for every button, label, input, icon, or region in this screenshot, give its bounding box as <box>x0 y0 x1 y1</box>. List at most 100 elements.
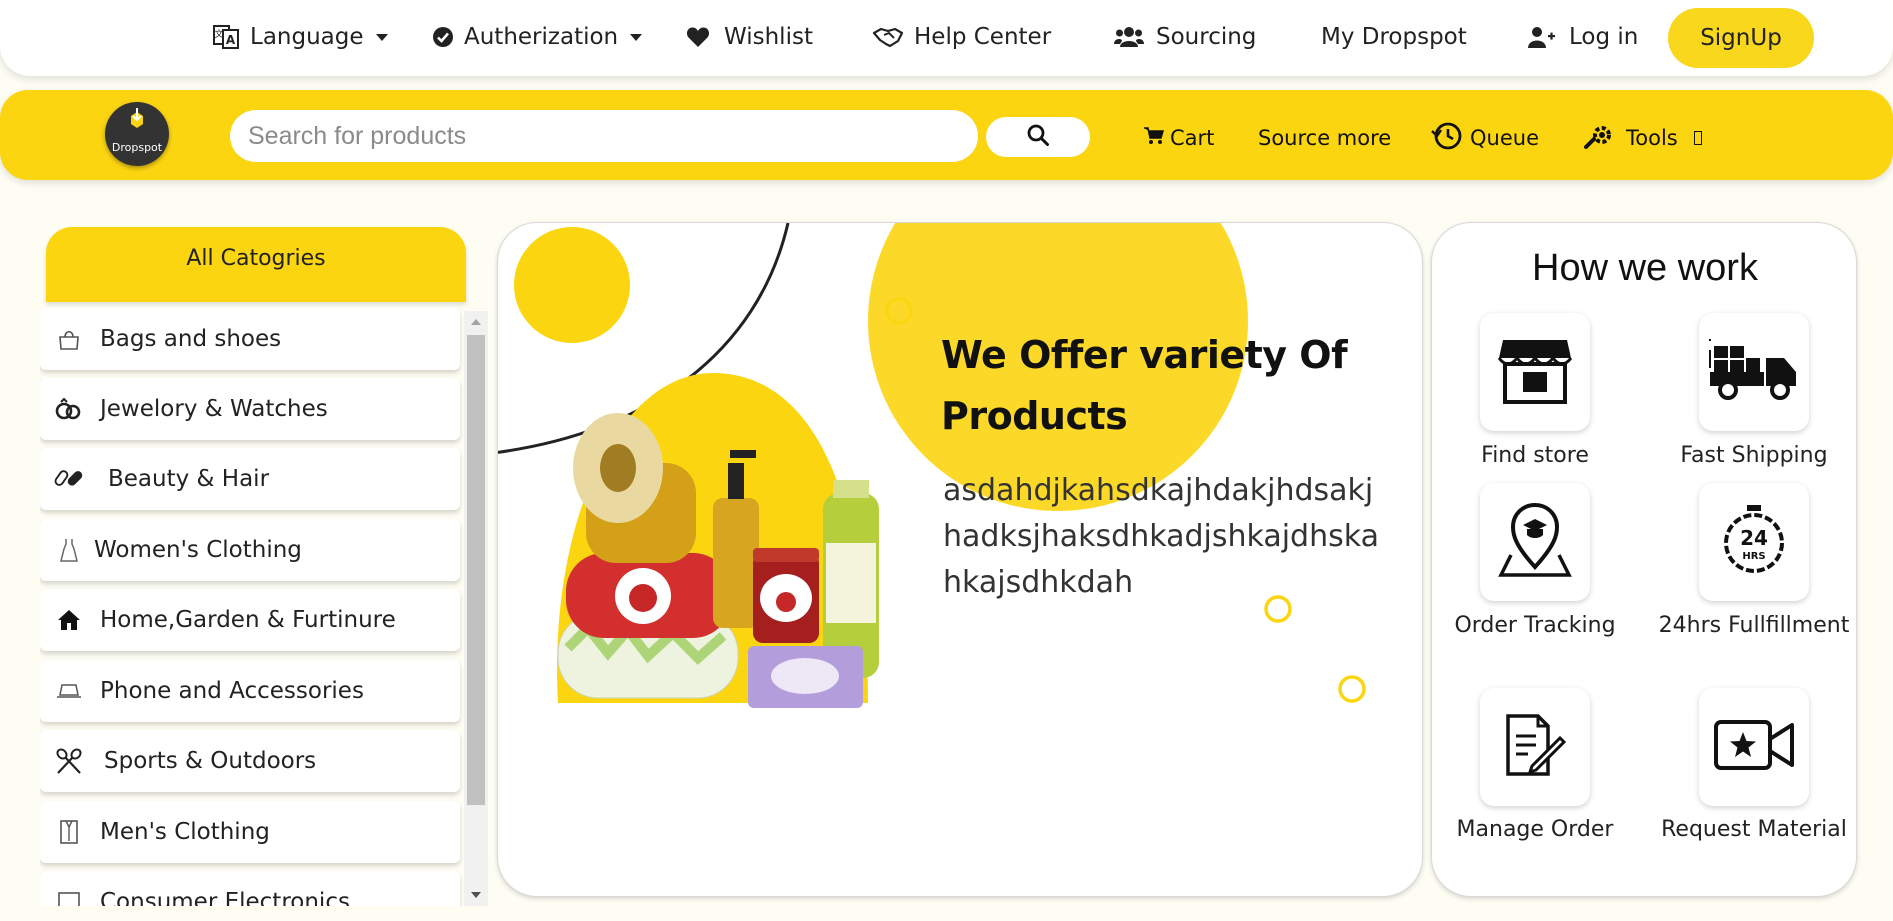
dropspot-logo[interactable]: Dropspot <box>105 102 169 166</box>
source-more-link[interactable]: Source more <box>1258 112 1391 164</box>
clock-history-icon <box>1430 121 1464 156</box>
category-consumer-electronics[interactable]: Consumer Electronics <box>40 871 460 906</box>
category-label: Phone and Accessories <box>100 678 364 704</box>
category-womens-clothing[interactable]: Women's Clothing <box>40 519 460 581</box>
category-label: Bags and shoes <box>100 326 282 352</box>
all-categories-label: All Catogries <box>186 246 326 271</box>
check-circle-icon <box>432 26 454 48</box>
category-label: Men's Clothing <box>100 819 270 845</box>
clock-24-icon: 24 HRS <box>1721 505 1787 579</box>
request-material-tile[interactable] <box>1699 688 1809 806</box>
tools-dropdown[interactable]: Tools <box>1582 112 1702 164</box>
pills-icon <box>52 462 86 496</box>
dress-icon <box>52 533 86 567</box>
language-label: Language <box>250 24 364 50</box>
category-bags-and-shoes[interactable]: Bags and shoes <box>40 308 460 370</box>
scroll-thumb[interactable] <box>467 335 485 805</box>
order-tracking-tile[interactable] <box>1480 483 1590 601</box>
chevron-down-icon <box>1693 131 1702 145</box>
truck-icon <box>1708 338 1800 406</box>
language-dropdown[interactable]: A 文 Language <box>212 0 388 74</box>
category-mens-clothing[interactable]: Men's Clothing <box>40 801 460 863</box>
cart-icon <box>1144 126 1164 150</box>
video-star-icon <box>1713 719 1795 775</box>
home-icon <box>52 603 86 637</box>
signup-label: SignUp <box>1700 25 1782 51</box>
queue-link[interactable]: Queue <box>1430 112 1539 164</box>
how-we-work-title: How we work <box>1532 247 1758 289</box>
search-button[interactable] <box>986 117 1090 157</box>
category-beauty-hair[interactable]: Beauty & Hair <box>40 448 460 510</box>
manage-order-tile[interactable] <box>1480 688 1590 806</box>
find-store-label: Find store <box>1481 443 1589 468</box>
authorization-label: Autherization <box>464 24 619 50</box>
chevron-down-icon <box>375 33 388 41</box>
signup-button[interactable]: SignUp <box>1668 8 1814 68</box>
category-list: Bags and shoes Jewelory & Watches Beauty… <box>40 308 464 906</box>
bag-icon <box>52 322 86 356</box>
cart-label: Cart <box>1170 126 1215 150</box>
sourcing-label: Sourcing <box>1156 24 1257 50</box>
category-sports-outdoors[interactable]: Sports & Outdoors <box>40 730 460 792</box>
banner-description: asdahdjkahsdkajhdakjhdsakjhadksjhaksdhka… <box>943 473 1379 600</box>
authorization-dropdown[interactable]: Autherization <box>432 0 643 74</box>
svg-text:HRS: HRS <box>1742 551 1765 562</box>
category-home-garden-furniture[interactable]: Home,Garden & Furtinure <box>40 589 460 651</box>
shirt-icon <box>52 815 86 849</box>
category-jewelry-watches[interactable]: Jewelory & Watches <box>40 378 460 440</box>
login-link[interactable]: Log in <box>1527 0 1638 74</box>
user-plus-icon <box>1527 26 1555 48</box>
phone-stand-icon <box>52 674 86 708</box>
how-we-work-panel: How we work Find store Fast Shipping Ord… <box>1431 222 1857 897</box>
sourcing-link[interactable]: Sourcing <box>1114 0 1256 74</box>
order-tracking-label: Order Tracking <box>1454 613 1616 638</box>
category-label: Sports & Outdoors <box>104 748 317 774</box>
help-center-label: Help Center <box>914 24 1052 50</box>
category-label: Consumer Electronics <box>100 889 350 906</box>
svg-text:A: A <box>226 33 236 47</box>
queue-label: Queue <box>1470 126 1539 150</box>
request-material-label: Request Material <box>1661 817 1847 842</box>
manage-order-label: Manage Order <box>1456 817 1614 842</box>
all-categories-header[interactable]: All Catogries <box>46 227 466 302</box>
category-label: Beauty & Hair <box>108 466 270 492</box>
svg-text:文: 文 <box>214 28 223 40</box>
rackets-icon <box>52 744 86 778</box>
document-edit-icon <box>1504 712 1567 782</box>
fast-shipping-label: Fast Shipping <box>1680 443 1828 468</box>
category-label: Women's Clothing <box>94 537 302 563</box>
logo-icon <box>131 108 143 128</box>
category-phone-accessories[interactable]: Phone and Accessories <box>40 660 460 722</box>
my-dropspot-link[interactable]: My Dropspot <box>1321 0 1467 74</box>
fulfillment-tile[interactable]: 24 HRS <box>1699 483 1809 601</box>
svg-text:24: 24 <box>1740 526 1768 550</box>
products-image <box>557 413 879 708</box>
search-input[interactable] <box>230 110 978 162</box>
promo-banner[interactable]: We Offer variety Of Products asdahdjkahs… <box>497 222 1423 897</box>
translate-icon: A 文 <box>212 23 240 51</box>
cart-link[interactable]: Cart <box>1144 112 1214 164</box>
scroll-down-arrow-icon[interactable] <box>471 892 481 898</box>
wishlist-label: Wishlist <box>724 24 813 50</box>
handshake-icon <box>872 25 904 49</box>
fast-shipping-tile[interactable] <box>1699 313 1809 431</box>
tools-label: Tools <box>1626 126 1678 150</box>
electronics-icon <box>52 885 86 906</box>
category-label: Jewelory & Watches <box>100 396 328 422</box>
heart-icon <box>686 26 710 48</box>
wishlist-link[interactable]: Wishlist <box>686 0 813 74</box>
store-icon <box>1497 336 1573 408</box>
find-store-tile[interactable] <box>1480 313 1590 431</box>
category-label: Home,Garden & Furtinure <box>100 607 396 633</box>
scroll-up-arrow-icon[interactable] <box>471 319 481 325</box>
source-more-label: Source more <box>1258 126 1392 150</box>
fulfillment-label: 24hrs Fullfillment <box>1658 613 1850 638</box>
help-center-link[interactable]: Help Center <box>872 0 1051 74</box>
banner-title: We Offer variety Of Products <box>941 333 1348 438</box>
chevron-down-icon <box>630 33 643 41</box>
my-dropspot-label: My Dropspot <box>1321 24 1467 50</box>
tools-icon <box>1582 121 1616 156</box>
search-icon <box>1027 124 1049 150</box>
category-scrollbar[interactable] <box>464 311 488 906</box>
rings-icon <box>52 392 86 426</box>
